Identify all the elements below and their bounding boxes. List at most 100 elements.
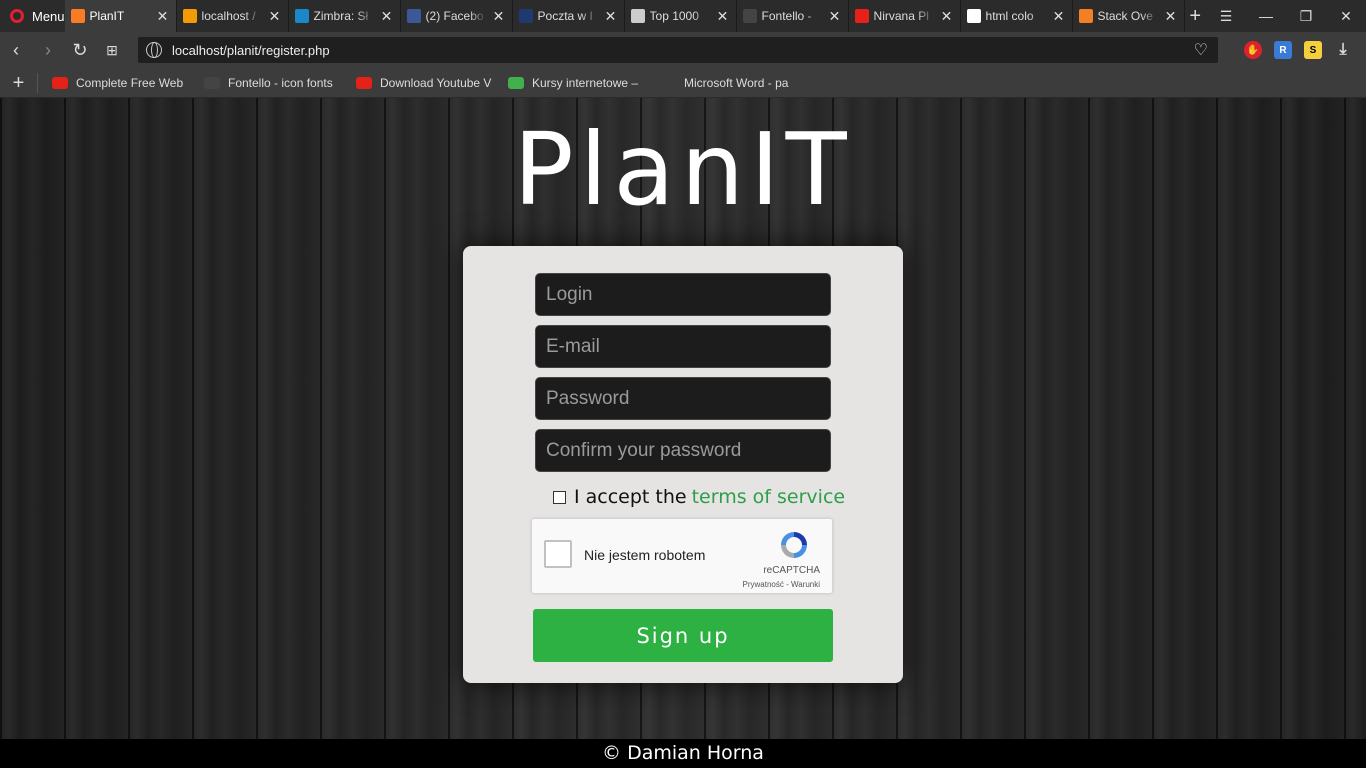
bookmark-label: Fontello - icon fonts (228, 75, 333, 90)
fontello-icon (742, 9, 757, 23)
browser-tab[interactable]: Zimbra: Sł ✕ (289, 0, 401, 32)
downloads-icon[interactable]: ⤓ (1334, 41, 1352, 59)
opera-menu-button[interactable]: Menu (0, 0, 65, 32)
facebook-icon (406, 9, 421, 23)
close-tab-icon[interactable]: ✕ (828, 8, 842, 25)
phpmyadmin-icon (182, 9, 197, 23)
tab-strip: PlanIT ✕ localhost / ✕ Zimbra: Sł ✕ (2) Facebo… (64, 0, 1185, 32)
bookmark-label: Microsoft Word - pa (684, 75, 789, 90)
bookmark-item[interactable]: Kursy internetowe – (494, 76, 646, 90)
navigation-bar: ‹ › ↻ ⊞ localhost/planit/register.php ♡ … (0, 32, 1366, 68)
back-button[interactable]: ‹ (0, 32, 32, 68)
tab-menu-icon[interactable]: ☰ (1206, 0, 1246, 32)
bookmarks-bar: + Complete Free Web Fontello - icon fonts… (0, 68, 1366, 98)
fontello-icon (204, 76, 220, 89)
google-icon (966, 9, 981, 23)
xampp-icon (70, 9, 85, 23)
page-background: PlanIT I accept the terms of service Nie… (0, 98, 1366, 739)
password-input[interactable] (535, 377, 831, 420)
zimbra-icon (294, 9, 309, 23)
browser-tab[interactable]: Poczta w I ✕ (513, 0, 625, 32)
browser-tab[interactable]: Top 1000 ✕ (625, 0, 737, 32)
extensions: ✋ R S ⤓ (1244, 32, 1366, 68)
tab-title: localhost / (201, 9, 256, 23)
bookmark-label: Download Youtube V (380, 75, 492, 90)
sign-up-button[interactable]: Sign up (533, 609, 833, 662)
tab-title: Fontello - (761, 9, 812, 23)
adblock-extension-icon[interactable]: ✋ (1244, 41, 1262, 59)
close-tab-icon[interactable]: ✕ (1052, 8, 1066, 25)
bookmark-label: Kursy internetowe – (532, 75, 639, 90)
app-logo-title: PlanIT (513, 111, 853, 228)
tab-title: (2) Facebo (425, 9, 484, 23)
footer-copyright: © Damian Horna (0, 739, 1366, 768)
terms-of-service-link[interactable]: terms of service (692, 486, 845, 508)
close-tab-icon[interactable]: ✕ (492, 8, 506, 25)
tab-title: Zimbra: Sł (313, 9, 369, 23)
tab-title: Top 1000 (649, 9, 699, 23)
close-tab-icon[interactable]: ✕ (268, 8, 282, 25)
bookmark-item[interactable]: Fontello - icon fonts (190, 76, 342, 90)
globe-icon (146, 42, 162, 58)
none (660, 76, 676, 89)
speed-dial-button[interactable]: ⊞ (96, 32, 128, 68)
bookmark-item[interactable]: Download Youtube V (342, 76, 494, 90)
close-tab-icon[interactable]: ✕ (1164, 8, 1178, 25)
close-tab-icon[interactable]: ✕ (604, 8, 618, 25)
email-input[interactable] (535, 325, 831, 368)
tab-title: Nirvana Pl (873, 9, 929, 23)
login-input[interactable] (535, 273, 831, 316)
browser-tab[interactable]: html colo ✕ (961, 0, 1073, 32)
close-tab-icon[interactable]: ✕ (716, 8, 730, 25)
reload-button[interactable]: ↻ (64, 32, 96, 68)
bookmark-label: Complete Free Web (76, 75, 184, 90)
confirm-password-input[interactable] (535, 429, 831, 472)
url-text[interactable]: localhost/planit/register.php (172, 43, 330, 58)
restore-icon[interactable]: ❐ (1286, 0, 1326, 32)
window-controls: ☰ — ❐ ✕ (1206, 0, 1366, 32)
new-tab-button[interactable]: + (1185, 0, 1206, 32)
browser-tab[interactable]: Nirvana Pl ✕ (849, 0, 961, 32)
tab-title: Stack Ove (1097, 9, 1153, 23)
recaptcha-brand: reCAPTCHA (763, 565, 820, 576)
youtube-icon (854, 9, 869, 23)
tab-bar: Menu PlanIT ✕ localhost / ✕ Zimbra: Sł ✕ (2) F… (0, 0, 1366, 32)
accept-text: I accept the (574, 486, 687, 508)
minimize-icon[interactable]: — (1246, 0, 1286, 32)
recaptcha-widget: Nie jestem robotem reCAPTCHA Prywatność … (531, 518, 833, 594)
close-tab-icon[interactable]: ✕ (940, 8, 954, 25)
youtube-icon (356, 76, 372, 89)
menu-label: Menu (32, 8, 65, 24)
browser-tab[interactable]: Stack Ove ✕ (1073, 0, 1185, 32)
browser-tab[interactable]: Fontello - ✕ (737, 0, 849, 32)
bookmark-list: Complete Free Web Fontello - icon fonts Do… (38, 76, 798, 90)
stylish-extension-icon[interactable]: S (1304, 41, 1322, 59)
tab-title: html colo (985, 9, 1034, 23)
forward-button[interactable]: › (32, 32, 64, 68)
browser-tab[interactable]: (2) Facebo ✕ (401, 0, 513, 32)
terms-checkbox[interactable] (553, 490, 566, 504)
terms-row: I accept the terms of service (553, 486, 845, 508)
address-bar[interactable]: localhost/planit/register.php ♡ (138, 37, 1218, 63)
close-tab-icon[interactable]: ✕ (380, 8, 394, 25)
bookmark-item[interactable]: Microsoft Word - pa (646, 76, 798, 90)
close-tab-icon[interactable]: ✕ (156, 8, 170, 25)
tab-title: Poczta w I (537, 9, 593, 23)
youtube-icon (52, 76, 68, 89)
document-icon (630, 9, 645, 23)
stackoverflow-icon (1078, 9, 1093, 23)
recaptcha-logo-icon (781, 532, 807, 558)
translate-extension-icon[interactable]: R (1274, 41, 1292, 59)
bookmark-heart-icon[interactable]: ♡ (1194, 40, 1208, 60)
recaptcha-checkbox[interactable] (544, 540, 572, 568)
bookmark-item[interactable]: Complete Free Web (38, 76, 190, 90)
close-window-icon[interactable]: ✕ (1326, 0, 1366, 32)
udemy-icon (508, 76, 524, 89)
browser-tab[interactable]: PlanIT ✕ (64, 0, 177, 32)
register-form: I accept the terms of service Nie jestem… (463, 246, 903, 683)
browser-tab[interactable]: localhost / ✕ (177, 0, 289, 32)
add-bookmark-button[interactable]: + (0, 72, 38, 93)
recaptcha-privacy-terms-links[interactable]: Prywatność - Warunki (743, 580, 821, 589)
recaptcha-label: Nie jestem robotem (584, 547, 706, 563)
tab-title: PlanIT (89, 9, 125, 23)
